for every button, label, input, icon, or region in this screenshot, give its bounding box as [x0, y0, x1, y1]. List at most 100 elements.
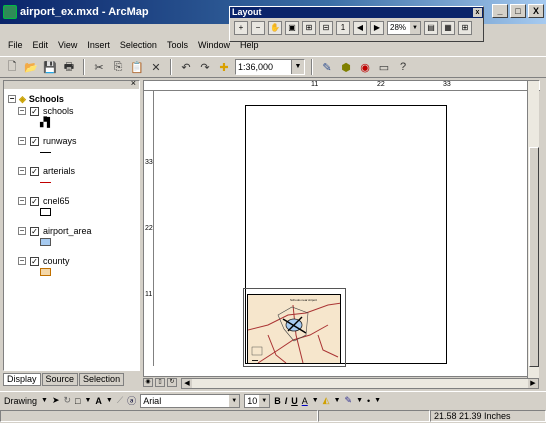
edit-vertices-icon[interactable]: ⟋	[117, 395, 123, 406]
scroll-left-icon[interactable]: ◀	[182, 379, 192, 388]
font-name-select[interactable]: Arial ▼	[140, 393, 241, 408]
collapse-icon[interactable]: −	[18, 197, 26, 205]
focus-data-frame-icon[interactable]: ▦	[441, 21, 455, 35]
chevron-down-icon[interactable]: ▼	[41, 397, 48, 404]
menu-selection[interactable]: Selection	[118, 39, 159, 51]
layer-visibility-checkbox[interactable]: ✓	[30, 196, 39, 206]
toggle-draft-mode-icon[interactable]: ▤	[424, 21, 438, 35]
editor-toolbar-icon[interactable]: ✎	[319, 59, 335, 75]
back-extent-icon[interactable]: ◀	[353, 21, 367, 35]
chevron-down-icon[interactable]: ▼	[410, 22, 420, 34]
layout-toolbar-close-button[interactable]: x	[473, 8, 482, 17]
tab-display[interactable]: Display	[3, 373, 41, 386]
italic-button[interactable]: I	[285, 396, 288, 406]
zoom-out-icon[interactable]: −	[251, 21, 265, 35]
new-text-icon[interactable]: A	[95, 396, 102, 406]
bold-button[interactable]: B	[274, 396, 281, 406]
line-color-icon[interactable]: ✎	[345, 395, 353, 406]
fixed-zoom-out-icon[interactable]: ⊟	[319, 21, 333, 35]
layer-item-county[interactable]: − ✓ county	[18, 255, 135, 277]
menu-view[interactable]: View	[56, 39, 79, 51]
menu-file[interactable]: File	[6, 39, 25, 51]
underline-button[interactable]: U	[291, 396, 298, 406]
delete-icon[interactable]: ✕	[148, 59, 164, 75]
collapse-icon[interactable]: −	[18, 227, 26, 235]
layer-visibility-checkbox[interactable]: ✓	[30, 226, 39, 236]
whats-this-icon[interactable]: ?	[395, 59, 411, 75]
layout-view[interactable]: 11 22 33 33 22 11 Schools near Airport ▬…	[143, 80, 540, 378]
redo-icon[interactable]: ↷	[197, 59, 213, 75]
minimize-button[interactable]: _	[492, 4, 508, 18]
paste-icon[interactable]: 📋	[129, 59, 145, 75]
print-icon[interactable]: 🖶	[61, 59, 77, 75]
arccatalog-icon[interactable]: ⬢	[338, 59, 354, 75]
pan-icon[interactable]: ✋	[268, 21, 282, 35]
layer-item-arterials[interactable]: − ✓ arterials	[18, 165, 135, 187]
rectangle-icon[interactable]: □	[75, 396, 80, 406]
layer-visibility-checkbox[interactable]: ✓	[30, 166, 39, 176]
zoom-in-icon[interactable]: +	[234, 21, 248, 35]
font-color-icon[interactable]: A	[302, 396, 308, 406]
menu-edit[interactable]: Edit	[31, 39, 51, 51]
zoom-100-icon[interactable]: 1	[336, 21, 350, 35]
forward-extent-icon[interactable]: ▶	[370, 21, 384, 35]
layout-view-icon[interactable]: ▯	[155, 378, 165, 387]
collapse-icon[interactable]: −	[18, 167, 26, 175]
layer-visibility-checkbox[interactable]: ✓	[30, 256, 39, 266]
tab-source[interactable]: Source	[41, 373, 79, 386]
toc-close-icon[interactable]: ×	[131, 78, 136, 88]
undo-icon[interactable]: ↶	[178, 59, 194, 75]
add-data-icon[interactable]: ✚	[216, 59, 232, 75]
tab-selection[interactable]: Selection	[79, 373, 125, 386]
map-data-frame[interactable]: Schools near Airport ▬▬	[247, 294, 341, 364]
layer-item-runways[interactable]: − ✓ runways	[18, 135, 135, 157]
copy-icon[interactable]: ⎘	[110, 59, 126, 75]
collapse-icon[interactable]: −	[18, 137, 26, 145]
chevron-down-icon[interactable]: ▼	[291, 60, 304, 74]
collapse-icon[interactable]: −	[18, 107, 26, 115]
collapse-icon[interactable]: −	[8, 95, 16, 103]
cut-icon[interactable]: ✂	[91, 59, 107, 75]
horizontal-scrollbar[interactable]: ◀ ▶	[181, 378, 539, 389]
new-icon[interactable]: 🗋	[4, 59, 20, 75]
zoom-whole-page-icon[interactable]: ▣	[285, 21, 299, 35]
chevron-down-icon[interactable]: ▼	[84, 397, 91, 404]
zoom-percent-select[interactable]: 28% ▼	[387, 21, 421, 35]
vertical-scrollbar[interactable]	[527, 81, 539, 378]
layer-item-cnel65[interactable]: − ✓ cnel65	[18, 195, 135, 217]
menu-window[interactable]: Window	[196, 39, 232, 51]
marker-color-icon[interactable]: •	[367, 396, 370, 406]
chevron-down-icon[interactable]: ▼	[334, 397, 341, 404]
save-icon[interactable]: 💾	[42, 59, 58, 75]
font-size-select[interactable]: 10 ▼	[244, 393, 271, 408]
refresh-view-icon[interactable]: ↻	[167, 378, 177, 387]
chevron-down-icon[interactable]: ▼	[312, 397, 319, 404]
layer-visibility-checkbox[interactable]: ✓	[30, 106, 39, 116]
close-button[interactable]: X	[528, 4, 544, 18]
chevron-down-icon[interactable]: ▼	[356, 397, 363, 404]
drawing-menu[interactable]: Drawing	[4, 396, 37, 406]
change-layout-icon[interactable]: ⊞	[458, 21, 472, 35]
vertical-scroll-thumb[interactable]	[529, 147, 539, 367]
layout-toolbar-title[interactable]: Layout x	[230, 7, 483, 18]
scroll-right-icon[interactable]: ▶	[528, 379, 538, 388]
data-frame-item[interactable]: − ◈ Schools	[8, 93, 135, 105]
layer-item-airport-area[interactable]: − ✓ airport_area	[18, 225, 135, 247]
data-view-icon[interactable]: ◉	[143, 378, 153, 387]
command-line-icon[interactable]: ▭	[376, 59, 392, 75]
open-icon[interactable]: 📂	[23, 59, 39, 75]
chevron-down-icon[interactable]: ▼	[106, 397, 113, 404]
fixed-zoom-in-icon[interactable]: ⊞	[302, 21, 316, 35]
collapse-icon[interactable]: −	[18, 257, 26, 265]
select-elements-icon[interactable]: ➤	[52, 395, 60, 406]
rotate-icon[interactable]: ↻	[64, 395, 72, 406]
chevron-down-icon[interactable]: ▼	[374, 397, 381, 404]
fill-color-icon[interactable]: ◭	[323, 395, 330, 406]
arctoolbox-icon[interactable]: ◉	[357, 59, 373, 75]
chevron-down-icon[interactable]: ▼	[259, 394, 270, 407]
layer-item-schools[interactable]: − ✓ schools ▞▌	[18, 105, 135, 127]
menu-insert[interactable]: Insert	[85, 39, 112, 51]
chevron-down-icon[interactable]: ▼	[229, 394, 240, 407]
maximize-button[interactable]: □	[510, 4, 526, 18]
menu-tools[interactable]: Tools	[165, 39, 190, 51]
